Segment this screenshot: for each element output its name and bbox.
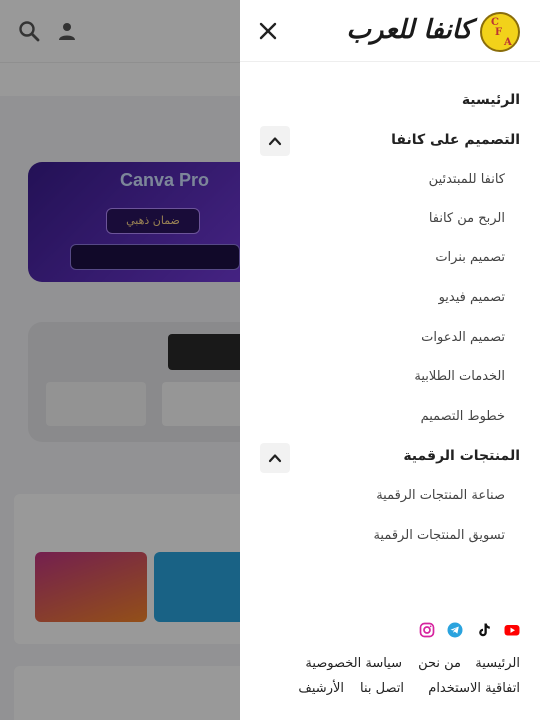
footer-link-home[interactable]: الرئيسية [475, 656, 520, 671]
submenu-item[interactable]: تصميم فيديو [439, 290, 505, 305]
submenu-item[interactable]: خطوط التصميم [421, 409, 505, 424]
logo-letter: A [504, 37, 512, 48]
footer-link-terms[interactable]: اتفاقية الاستخدام [428, 681, 520, 696]
submenu-item[interactable]: الربح من كانفا [429, 211, 505, 226]
tiktok-icon[interactable] [476, 622, 492, 638]
submenu-item[interactable]: كانفا للمبتدئين [429, 172, 505, 187]
submenu-item[interactable]: تصميم الدعوات [421, 330, 505, 345]
logo-letter: F [495, 27, 503, 38]
footer-link-about[interactable]: من نحن [418, 656, 461, 671]
menu-item-home[interactable]: الرئيسية [462, 92, 520, 108]
footer-link-contact[interactable]: اتصل بنا [360, 681, 404, 696]
menu-item-canva-design[interactable]: التصميم على كانفا [391, 132, 520, 148]
submenu-item[interactable]: الخدمات الطلابية [414, 369, 505, 384]
submenu-item[interactable]: تسويق المنتجات الرقمية [373, 528, 505, 543]
drawer-header: C F A كانفا للعرب [240, 0, 540, 62]
chevron-up-icon[interactable] [260, 443, 290, 473]
submenu-item[interactable]: صناعة المنتجات الرقمية [376, 488, 505, 503]
menu-item-digital-products[interactable]: المنتجات الرقمية [403, 448, 520, 464]
logo-badge[interactable]: C F A [480, 12, 520, 52]
instagram-icon[interactable] [419, 622, 435, 638]
youtube-icon[interactable] [504, 622, 520, 638]
footer-link-privacy[interactable]: سياسة الخصوصية [305, 656, 402, 671]
footer-link-archive[interactable]: الأرشيف [298, 681, 344, 696]
submenu-item[interactable]: تصميم بنرات [435, 250, 505, 265]
close-icon[interactable] [256, 19, 280, 43]
telegram-icon[interactable] [447, 622, 463, 638]
side-drawer: C F A كانفا للعرب الرئيسية التصميم على ك… [240, 0, 540, 720]
chevron-up-icon[interactable] [260, 126, 290, 156]
site-logo-text[interactable]: كانفا للعرب [346, 12, 472, 48]
